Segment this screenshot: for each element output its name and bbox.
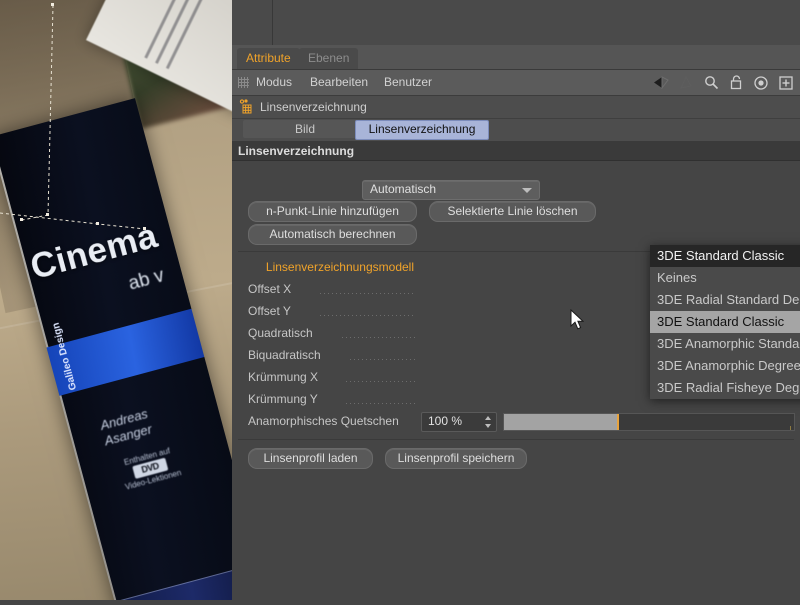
upper-panel-divider — [272, 0, 273, 45]
dropdown-item-radial-fisheye-degree-8[interactable]: 3DE Radial Fisheye Degree 8 — [650, 377, 800, 399]
row-anamorphic-squeeze: Anamorphisches Quetschen 100 % — [232, 410, 800, 432]
target-icon[interactable] — [751, 73, 771, 93]
panel-tab-strip: Attribute Ebenen — [232, 45, 800, 70]
row-loesungsmethode: Lösungsmethode Automatisch — [232, 178, 800, 200]
forward-arrow-icon[interactable] — [676, 73, 696, 93]
save-lens-profile-button[interactable]: Linsenprofil speichern — [385, 448, 527, 469]
label-kruemmung-x: Krümmung X — [248, 370, 319, 384]
panel-menu-bar: Modus Bearbeiten Benutzer — [232, 70, 800, 96]
auto-calculate-button[interactable]: Automatisch berechnen — [248, 224, 417, 245]
object-subtab-row: Bild Linsenverzeichnung — [232, 119, 800, 142]
section-header: Linsenverzeichnung — [232, 142, 800, 161]
slider-fill — [504, 414, 617, 430]
add-n-point-line-button[interactable]: n-Punkt-Linie hinzufügen — [248, 201, 417, 222]
dropdown-item-anamorphic-degree-6[interactable]: 3DE Anamorphic Degree 6 — [650, 355, 800, 377]
search-icon[interactable] — [701, 73, 721, 93]
delete-selected-line-button[interactable]: Selektierte Linie löschen — [429, 201, 596, 222]
anamorphic-value-field[interactable]: 100 % — [421, 412, 497, 432]
dropdown-item-keines[interactable]: Keines — [650, 267, 800, 289]
subtab-bild[interactable]: Bild — [243, 120, 367, 138]
plus-icon[interactable] — [776, 73, 796, 93]
object-header-row[interactable]: Linsenverzeichnung — [232, 96, 800, 119]
dropdown-item-standard-classic[interactable]: 3DE Standard Classic — [650, 311, 800, 333]
label-offset-y: Offset Y — [248, 304, 291, 318]
tab-ebenen[interactable]: Ebenen — [299, 48, 359, 69]
leader-dots — [346, 381, 416, 382]
leader-dots — [320, 315, 416, 316]
menu-modus[interactable]: Modus — [256, 74, 292, 91]
lock-icon[interactable] — [726, 73, 746, 93]
menu-bearbeiten[interactable]: Bearbeiten — [310, 74, 368, 91]
label-linsenverzeichnungsmodell: Linsenverzeichnungsmodell — [265, 260, 414, 274]
anamorphic-slider[interactable] — [503, 413, 795, 431]
object-name-label: Linsenverzeichnung — [260, 100, 367, 114]
grip-icon[interactable] — [238, 77, 249, 88]
menu-benutzer[interactable]: Benutzer — [384, 74, 432, 91]
leader-dots — [342, 337, 416, 338]
screenshot-root: Cinema ab v Galileo Design Andreas Asang… — [0, 0, 800, 605]
tab-attribute[interactable]: Attribute — [237, 48, 300, 69]
label-quadratisch: Quadratisch — [248, 326, 313, 340]
chevron-down-icon — [522, 188, 532, 193]
dropdown-item-radial-standard-degree-4[interactable]: 3DE Radial Standard Degree 4 — [650, 289, 800, 311]
label-offset-x: Offset X — [248, 282, 292, 296]
solve-method-dropdown[interactable]: Automatisch — [362, 180, 540, 200]
image-viewport[interactable]: Cinema ab v Galileo Design Andreas Asang… — [0, 0, 232, 600]
dropdown-item-anamorphic-standard-degree-4[interactable]: 3DE Anamorphic Standard Degree 4 — [650, 333, 800, 355]
tracking-spline-overlay[interactable] — [0, 0, 232, 600]
anamorphic-value: 100 % — [428, 414, 463, 428]
attribute-manager-panel: Attribute Ebenen Modus Bearbeiten Benutz… — [232, 45, 800, 605]
panel-toolbar-icons — [651, 72, 796, 93]
stepper-icon[interactable] — [484, 416, 491, 428]
slider-tick — [790, 426, 791, 430]
leader-dots — [346, 403, 416, 404]
back-arrow-icon[interactable] — [651, 73, 671, 93]
label-kruemmung-y: Krümmung Y — [248, 392, 318, 406]
bottom-divider — [238, 439, 794, 440]
solve-method-value: Automatisch — [370, 182, 437, 196]
subtab-linsenverzeichnung[interactable]: Linsenverzeichnung — [355, 120, 489, 140]
leader-dots — [320, 293, 416, 294]
label-anamorphisches-quetschen: Anamorphisches Quetschen — [248, 414, 399, 428]
upper-panel-left-cell — [232, 0, 272, 45]
leader-dots — [350, 359, 416, 360]
load-lens-profile-button[interactable]: Linsenprofil laden — [248, 448, 373, 469]
section-header-label: Linsenverzeichnung — [238, 144, 355, 158]
lens-distortion-icon — [239, 99, 254, 114]
dropdown-current-value: 3DE Standard Classic — [650, 245, 800, 267]
label-biquadratisch: Biquadratisch — [248, 348, 321, 362]
empty-upper-panel — [232, 0, 800, 46]
slider-handle[interactable] — [617, 414, 619, 430]
distortion-model-dropdown-popup[interactable]: 3DE Standard Classic Keines 3DE Radial S… — [650, 245, 800, 399]
